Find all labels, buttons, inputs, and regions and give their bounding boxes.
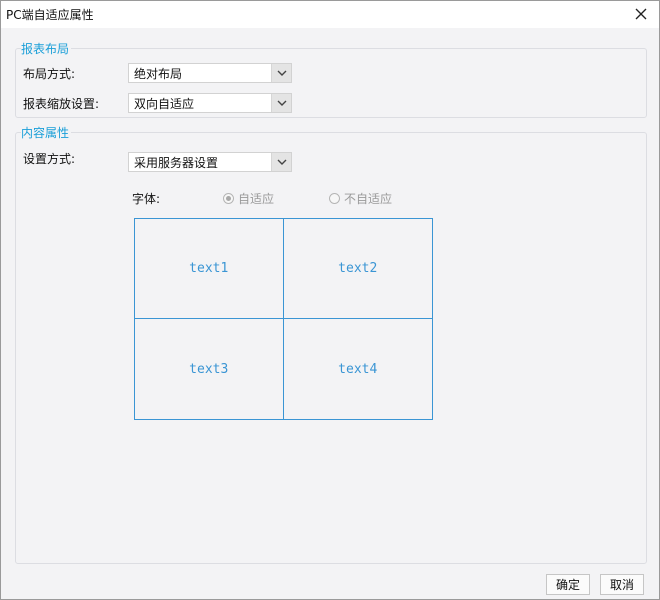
close-button[interactable] bbox=[631, 4, 651, 24]
close-icon bbox=[635, 8, 647, 20]
setting-mode-select[interactable]: 采用服务器设置 bbox=[128, 152, 292, 172]
chevron-down-icon bbox=[271, 153, 291, 171]
title-bar: PC端自适应属性 bbox=[1, 1, 659, 28]
zoom-setting-value: 双向自适应 bbox=[134, 96, 195, 111]
font-label: 字体: bbox=[132, 192, 161, 206]
preview-cell: text3 bbox=[135, 319, 284, 419]
font-non-adaptive-label: 不自适应 bbox=[344, 192, 393, 206]
zoom-setting-select[interactable]: 双向自适应 bbox=[128, 93, 292, 113]
cancel-button[interactable]: 取消 bbox=[600, 574, 644, 595]
report-layout-legend: 报表布局 bbox=[21, 40, 72, 57]
setting-mode-label: 设置方式: bbox=[23, 152, 76, 166]
preview-cell: text2 bbox=[283, 219, 432, 319]
layout-mode-label: 布局方式: bbox=[23, 67, 76, 81]
chevron-down-icon bbox=[271, 64, 291, 82]
font-adaptive-label: 自适应 bbox=[238, 192, 275, 206]
chevron-down-icon bbox=[271, 94, 291, 112]
window-title: PC端自适应属性 bbox=[6, 8, 94, 22]
radio-selected-icon bbox=[223, 193, 234, 204]
setting-mode-value: 采用服务器设置 bbox=[134, 155, 219, 170]
zoom-setting-label: 报表缩放设置: bbox=[23, 97, 100, 111]
font-adaptive-radio[interactable]: 自适应 bbox=[223, 190, 274, 207]
preview-cell: text1 bbox=[135, 219, 284, 319]
font-preview-grid: text1 text2 text3 text4 bbox=[134, 218, 433, 420]
layout-mode-select[interactable]: 绝对布局 bbox=[128, 63, 292, 83]
layout-mode-value: 绝对布局 bbox=[134, 66, 183, 81]
preview-cell: text4 bbox=[338, 361, 378, 377]
font-non-adaptive-radio[interactable]: 不自适应 bbox=[329, 190, 392, 207]
pc-adaptive-properties-dialog: PC端自适应属性 报表布局 布局方式: 绝对布局 报表缩放设置: 双向自适应 内… bbox=[0, 0, 660, 600]
report-layout-group bbox=[15, 48, 647, 118]
content-properties-legend: 内容属性 bbox=[21, 124, 72, 141]
radio-unselected-icon bbox=[329, 193, 340, 204]
ok-button[interactable]: 确定 bbox=[546, 574, 590, 595]
